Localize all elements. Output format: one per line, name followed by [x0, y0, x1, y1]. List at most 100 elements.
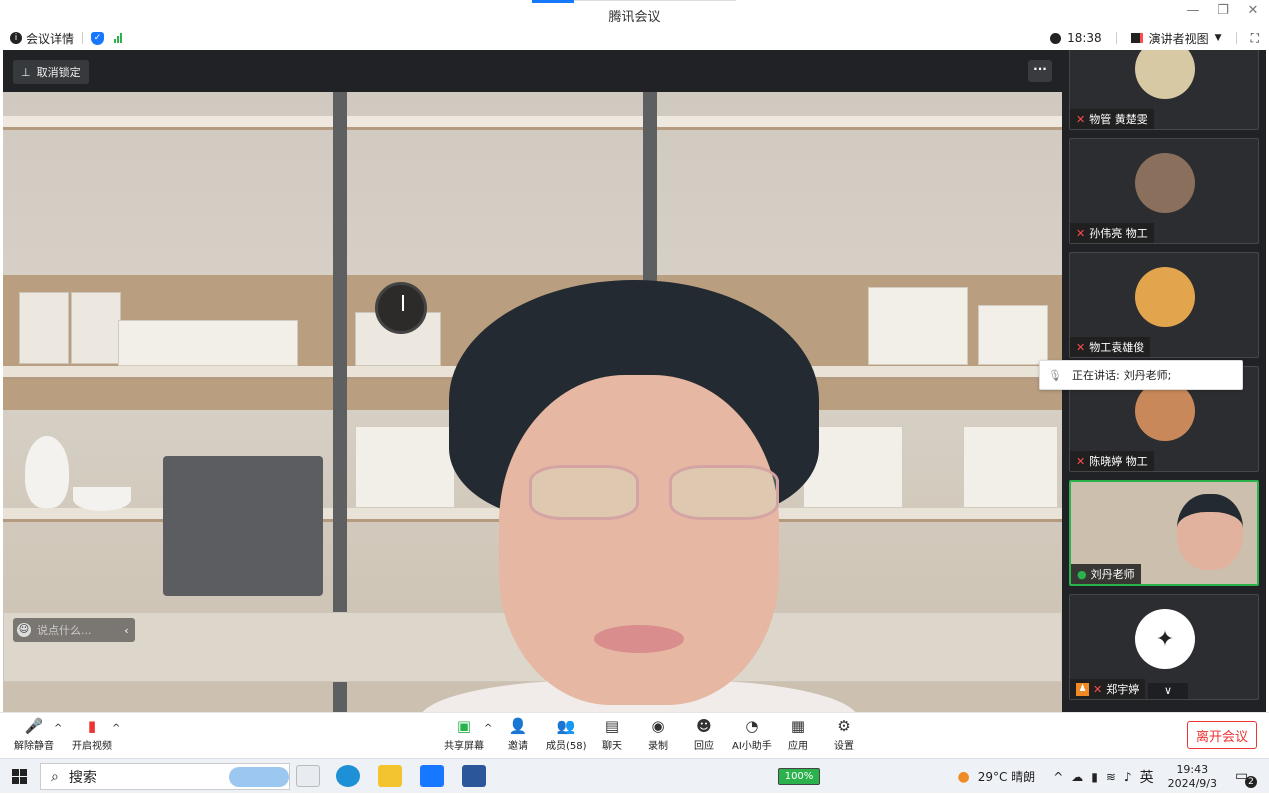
participant-namebar: ✕孙伟亮 物工 — [1070, 223, 1154, 243]
ai-assistant-button[interactable]: ◔ AI小助手 — [732, 717, 772, 752]
task-view-icon[interactable] — [296, 765, 320, 787]
unmute-button[interactable]: 🎤解除静音 — [14, 717, 54, 752]
avatar — [1177, 494, 1243, 570]
windows-taskbar: ⌕ 搜索 100% ● 29°C 晴朗 ^ ☁ ▮ ≋ ♪ 英 19:43 20… — [0, 758, 1269, 793]
meeting-time: 18:38 — [1067, 31, 1102, 45]
edge-browser-icon[interactable] — [336, 765, 360, 787]
start-video-button[interactable]: ▮ 开启视频 — [72, 717, 112, 752]
chevron-up-icon: ^ — [112, 723, 120, 734]
storage-box — [71, 292, 121, 364]
chat-label: 聊天 — [602, 737, 622, 752]
participant-namebar: ✕物工袁雄俊 — [1070, 337, 1150, 357]
word-icon[interactable] — [462, 765, 486, 787]
ime-indicator[interactable]: 英 — [1140, 767, 1154, 787]
meeting-details-label: 会议详情 — [26, 30, 74, 47]
members-button[interactable]: 👥成员(58) — [546, 717, 587, 752]
muted-mic-icon: ✕ — [1076, 341, 1085, 354]
leave-meeting-button[interactable]: 离开会议 — [1187, 721, 1257, 749]
members-icon: 👥 — [556, 717, 576, 735]
taskbar-clock[interactable]: 19:43 2024/9/3 — [1168, 763, 1217, 791]
avatar — [1135, 153, 1195, 213]
invite-button[interactable]: 👤邀请 — [508, 717, 528, 752]
participant-tile[interactable]: ✕孙伟亮 物工 — [1069, 138, 1259, 244]
signal-icon[interactable] — [114, 33, 122, 43]
muted-mic-icon: ✕ — [1076, 455, 1085, 468]
speaking-name: 刘丹老师; — [1124, 367, 1172, 383]
share-label: 共享屏幕 — [444, 737, 484, 752]
speaker-view-icon — [1131, 33, 1143, 43]
tencent-meeting-icon[interactable] — [420, 765, 444, 787]
speaking-mic-icon: ● — [1077, 568, 1087, 581]
video-off-icon: ▮ — [82, 717, 102, 735]
start-video-label: 开启视频 — [72, 737, 112, 752]
view-mode-button[interactable]: 演讲者视图 — [1149, 30, 1209, 47]
participant-namebar: ♟✕郑宇婷 — [1070, 679, 1145, 699]
share-options-chevron[interactable]: ^ — [484, 723, 492, 734]
settings-button[interactable]: ⚙设置 — [834, 717, 854, 752]
participant-tile[interactable]: ✦ ♟✕郑宇婷 ∨ — [1069, 594, 1259, 700]
ai-label: AI小助手 — [732, 737, 772, 752]
right-info: 18:38 演讲者视图 ▼ ⛶ — [1050, 30, 1259, 47]
apps-label: 应用 — [788, 737, 808, 752]
search-icon: ⌕ — [51, 769, 59, 785]
muted-mic-icon: ✕ — [1093, 683, 1102, 696]
unlock-pin-button[interactable]: ⊥ 取消锁定 — [13, 60, 89, 84]
chevron-up-icon: ^ — [54, 723, 62, 734]
notification-button[interactable]: ▭ 2 — [1235, 768, 1257, 786]
windows-start-icon[interactable] — [12, 769, 27, 784]
video-options-chevron[interactable]: ^ — [112, 723, 120, 734]
cloud-icon[interactable]: ☁ — [1071, 770, 1083, 784]
meeting-details-button[interactable]: i 会议详情 — [10, 30, 74, 47]
taskbar-search[interactable]: ⌕ 搜索 — [40, 763, 290, 790]
storage-box — [19, 292, 69, 364]
books — [868, 287, 968, 365]
vase — [25, 436, 69, 508]
tray-overflow-chevron-icon[interactable]: ^ — [1053, 770, 1063, 784]
ai-assistant-icon: ◔ — [742, 717, 762, 735]
volume-icon[interactable]: ♪ — [1124, 770, 1132, 784]
book-stack — [118, 320, 298, 366]
chat-icon: ▤ — [602, 717, 622, 735]
more-options-button[interactable]: ··· — [1028, 60, 1052, 82]
weather-text[interactable]: 29°C 晴朗 — [978, 768, 1035, 785]
main-video[interactable]: ⊥ 取消锁定 ··· ☺ 说点什么... ‹ — [3, 50, 1062, 712]
collapse-chevron-icon[interactable]: ‹ — [117, 624, 135, 637]
restore-button[interactable]: ❐ — [1215, 3, 1231, 18]
participant-tile[interactable]: ✕物工袁雄俊 — [1069, 252, 1259, 358]
wifi-icon[interactable]: ≋ — [1106, 770, 1116, 784]
lips — [594, 625, 684, 653]
record-button[interactable]: ◉录制 — [648, 717, 668, 752]
close-button[interactable]: ✕ — [1245, 3, 1261, 18]
emoji-icon[interactable]: ☺ — [17, 623, 31, 637]
react-button[interactable]: ☻回应 — [694, 717, 714, 752]
share-screen-icon: ▣ — [454, 717, 474, 735]
laptop — [163, 456, 323, 596]
weather-icon[interactable]: ● — [958, 769, 970, 785]
battery-indicator[interactable]: 100% — [778, 768, 820, 785]
network-icon[interactable]: ▮ — [1091, 770, 1098, 784]
audio-options-chevron[interactable]: ^ — [54, 723, 62, 734]
security-shield-icon[interactable]: ✓ — [91, 32, 104, 45]
participant-tile[interactable]: ✕物管 黄楚雯 — [1069, 50, 1259, 130]
glasses — [529, 465, 639, 520]
apps-icon: ▦ — [788, 717, 808, 735]
minimize-button[interactable]: — — [1185, 3, 1201, 18]
file-explorer-icon[interactable] — [378, 765, 402, 787]
book-stack — [978, 305, 1048, 365]
react-icon: ☻ — [694, 717, 714, 735]
fullscreen-icon[interactable]: ⛶ — [1251, 31, 1259, 46]
scroll-down-chevron-icon[interactable]: ∨ — [1148, 683, 1188, 699]
share-screen-button[interactable]: ▣ 共享屏幕 — [444, 717, 484, 752]
participant-name: 郑宇婷 — [1106, 681, 1139, 697]
apps-button[interactable]: ▦ 应用 — [788, 717, 808, 752]
chevron-down-icon[interactable]: ▼ — [1215, 33, 1222, 43]
separator — [1116, 32, 1117, 44]
books — [355, 426, 455, 508]
chat-button[interactable]: ▤ 聊天 — [602, 717, 622, 752]
unlock-label: 取消锁定 — [37, 64, 81, 80]
books — [963, 426, 1058, 508]
search-label: 搜索 — [69, 767, 97, 787]
participant-tile-active[interactable]: ●刘丹老师 — [1069, 480, 1259, 586]
participant-namebar: ✕物管 黄楚雯 — [1070, 109, 1154, 129]
quick-chat-input[interactable]: ☺ 说点什么... ‹ — [13, 618, 135, 642]
